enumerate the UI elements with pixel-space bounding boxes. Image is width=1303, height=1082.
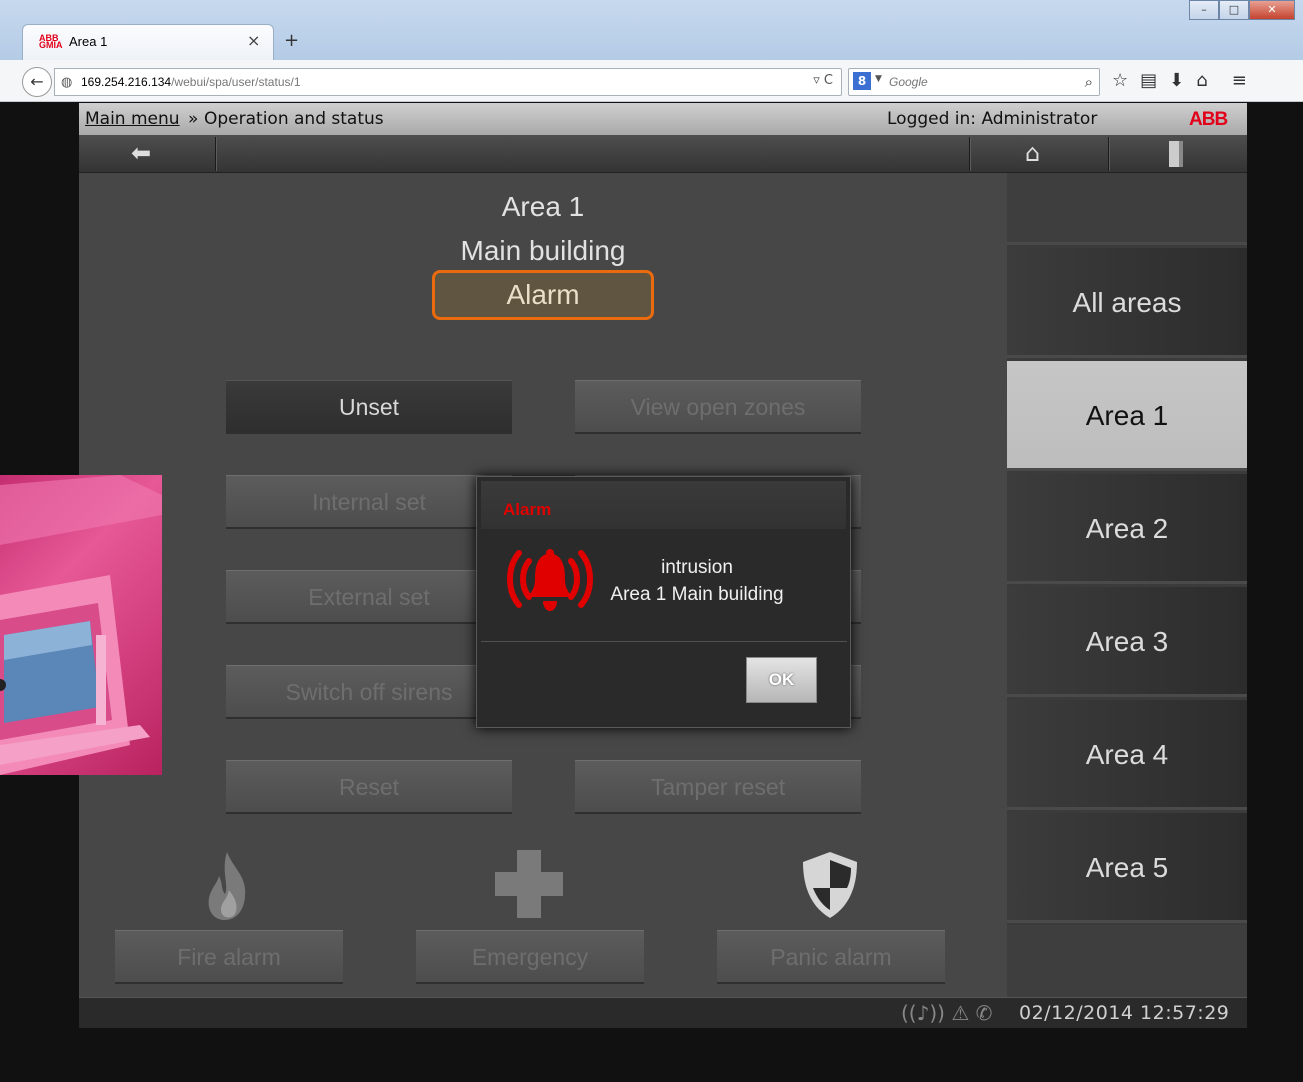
external-set-button[interactable]: External set [226, 570, 512, 624]
toolbar-divider [1108, 137, 1110, 171]
view-open-zones-button[interactable]: View open zones [575, 380, 861, 434]
browser-tab[interactable]: ABB GMIA Area 1 × [22, 24, 274, 60]
emergency-button[interactable]: Emergency [416, 930, 644, 984]
screen: ABB GMIA Area 1 × + – □ ✕ ← ◍ 169.254.216… [0, 0, 1303, 1082]
sidebar-item-area-5[interactable]: Area 5 [1007, 813, 1247, 923]
back-arrow-icon[interactable]: ⬅ [131, 139, 151, 167]
switch-off-sirens-button[interactable]: Switch off sirens [226, 665, 512, 719]
browser-navbar: ← ◍ 169.254.216.134/webui/spa/user/statu… [0, 60, 1303, 102]
dialog-title: Alarm [503, 500, 552, 519]
search-bar[interactable]: 8 ▼ Google ⌕ [848, 68, 1100, 96]
alarm-bell-status-icon: ((♪)) [901, 1001, 945, 1025]
globe-icon: ◍ [61, 75, 73, 90]
internal-set-button[interactable]: Internal set [226, 475, 512, 529]
window-controls: – □ ✕ [1189, 0, 1295, 22]
fire-alarm-button[interactable]: Fire alarm [115, 930, 343, 984]
alarm-dialog: Alarm intrusion Area 1 Main building OK [476, 476, 851, 728]
logged-in-label: Logged in: Administrator [887, 109, 1098, 129]
google-icon[interactable]: 8 [853, 72, 871, 90]
abb-logo: ABB [1189, 109, 1228, 130]
status-bar: ((♪)) ⚠ ✆ 02/12/2014 12:57:29 [79, 997, 1247, 1028]
overlay-photo [0, 475, 162, 775]
unset-button[interactable]: Unset [226, 380, 512, 434]
toolbar-divider [969, 137, 971, 171]
app-toolbar: ⬅ ⌂ [79, 135, 1247, 173]
sidebar-bottom-spacer [1007, 925, 1247, 997]
url-text: 169.254.216.134/webui/spa/user/status/1 [81, 75, 301, 89]
browser-back-icon[interactable]: ← [22, 67, 52, 97]
ok-button[interactable]: OK [746, 657, 817, 703]
breadcrumb-current: Operation and status [204, 109, 384, 129]
home-icon[interactable]: ⌂ [1196, 70, 1207, 91]
sidebar-item-area-3[interactable]: Area 3 [1007, 587, 1247, 697]
window-photo-image [0, 475, 162, 775]
new-tab-icon[interactable]: + [284, 30, 299, 51]
browser-titlebar: ABB GMIA Area 1 × + – □ ✕ [0, 0, 1303, 60]
browser-toolbar-icons: ☆ ▤ ⬇ ⌂ ≡ [1112, 70, 1247, 91]
panic-alarm-button[interactable]: Panic alarm [717, 930, 945, 984]
logout-door-icon[interactable] [1169, 141, 1183, 167]
dialog-message-type: intrusion [661, 557, 733, 578]
minimize-icon[interactable]: – [1189, 0, 1219, 20]
tab-title: Area 1 [69, 34, 108, 49]
sidebar-item-all-areas[interactable]: All areas [1007, 248, 1247, 358]
download-icon[interactable]: ⬇ [1169, 70, 1184, 91]
search-placeholder: Google [889, 75, 928, 89]
menu-icon[interactable]: ≡ [1232, 70, 1247, 91]
bookmark-star-icon[interactable]: ☆ [1112, 70, 1128, 91]
area-sidebar: All areas Area 1 Area 2 Area 3 Area 4 Ar… [1007, 173, 1247, 997]
sidebar-item-area-4[interactable]: Area 4 [1007, 700, 1247, 810]
breadcrumb-separator: » [188, 109, 199, 129]
sidebar-item-area-2[interactable]: Area 2 [1007, 474, 1247, 584]
emergency-cross-icon [495, 850, 563, 918]
maximize-icon[interactable]: □ [1219, 0, 1249, 20]
area-title: Area 1 [501, 191, 585, 222]
url-bar[interactable]: ◍ 169.254.216.134/webui/spa/user/status/… [54, 68, 842, 96]
tamper-reset-button[interactable]: Tamper reset [575, 760, 861, 814]
toolbar-divider [215, 137, 217, 171]
abb-favicon-icon: ABB GMIA [39, 33, 63, 50]
search-engine-dropdown-icon[interactable]: ▼ [875, 74, 882, 84]
alarm-bell-icon [507, 549, 593, 611]
dialog-header: Alarm [481, 481, 846, 529]
fire-icon [208, 852, 246, 920]
building-title: Main building [460, 235, 626, 266]
reset-button[interactable]: Reset [226, 760, 512, 814]
status-icons: ((♪)) ⚠ ✆ [901, 1001, 992, 1025]
dialog-message-location: Area 1 Main building [610, 584, 784, 605]
search-icon[interactable]: ⌕ [1085, 73, 1093, 91]
status-badge: Alarm [432, 270, 654, 320]
reading-list-icon[interactable]: ▤ [1140, 70, 1157, 91]
tab-close-icon[interactable]: × [247, 31, 260, 50]
phone-status-icon: ✆ [975, 1001, 993, 1025]
breadcrumb: Main menu » Operation and status Logged … [79, 103, 1247, 135]
breadcrumb-main-menu-link[interactable]: Main menu [85, 109, 180, 129]
panic-shield-icon [803, 852, 857, 918]
window-close-icon[interactable]: ✕ [1249, 0, 1295, 20]
sidebar-top-spacer [1007, 173, 1247, 245]
warning-status-icon: ⚠ [951, 1001, 970, 1025]
reload-icon[interactable]: ▿ C [813, 73, 833, 88]
sidebar-item-area-1[interactable]: Area 1 [1007, 361, 1247, 471]
dialog-divider [481, 641, 847, 642]
status-datetime: 02/12/2014 12:57:29 [1019, 1002, 1230, 1024]
home-icon[interactable]: ⌂ [1025, 139, 1040, 167]
